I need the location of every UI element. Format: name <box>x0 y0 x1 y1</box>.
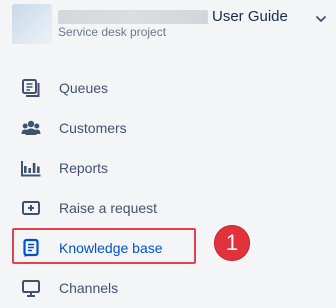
project-avatar <box>12 4 52 44</box>
highlight-box <box>12 228 196 264</box>
sidebar-item-reports[interactable]: Reports <box>0 148 336 188</box>
reports-icon <box>21 158 41 178</box>
sidebar-item-customers[interactable]: Customers <box>0 108 336 148</box>
chevron-down-icon[interactable] <box>314 12 328 26</box>
project-header[interactable]: User Guide Service desk project <box>0 0 336 48</box>
sidebar-item-label: Queues <box>59 80 109 96</box>
channels-icon <box>21 278 41 298</box>
project-type: Service desk project <box>58 25 167 39</box>
sidebar-item-label: Customers <box>59 120 127 136</box>
sidebar-item-label: Channels <box>59 280 119 296</box>
sidebar-item-label: Raise a request <box>59 200 158 216</box>
sidebar-item-queues[interactable]: Queues <box>0 68 336 108</box>
queues-icon <box>21 78 41 98</box>
sidebar-item-label: Reports <box>59 160 109 176</box>
customers-icon <box>21 118 41 138</box>
sidebar-item-raise-a-request[interactable]: Raise a request <box>0 188 336 228</box>
redacted-name <box>58 10 208 24</box>
raise-request-icon <box>21 198 41 218</box>
project-name: User Guide <box>212 8 288 25</box>
sidebar-item-channels[interactable]: Channels <box>0 268 336 308</box>
step-callout-badge: 1 <box>214 225 250 261</box>
